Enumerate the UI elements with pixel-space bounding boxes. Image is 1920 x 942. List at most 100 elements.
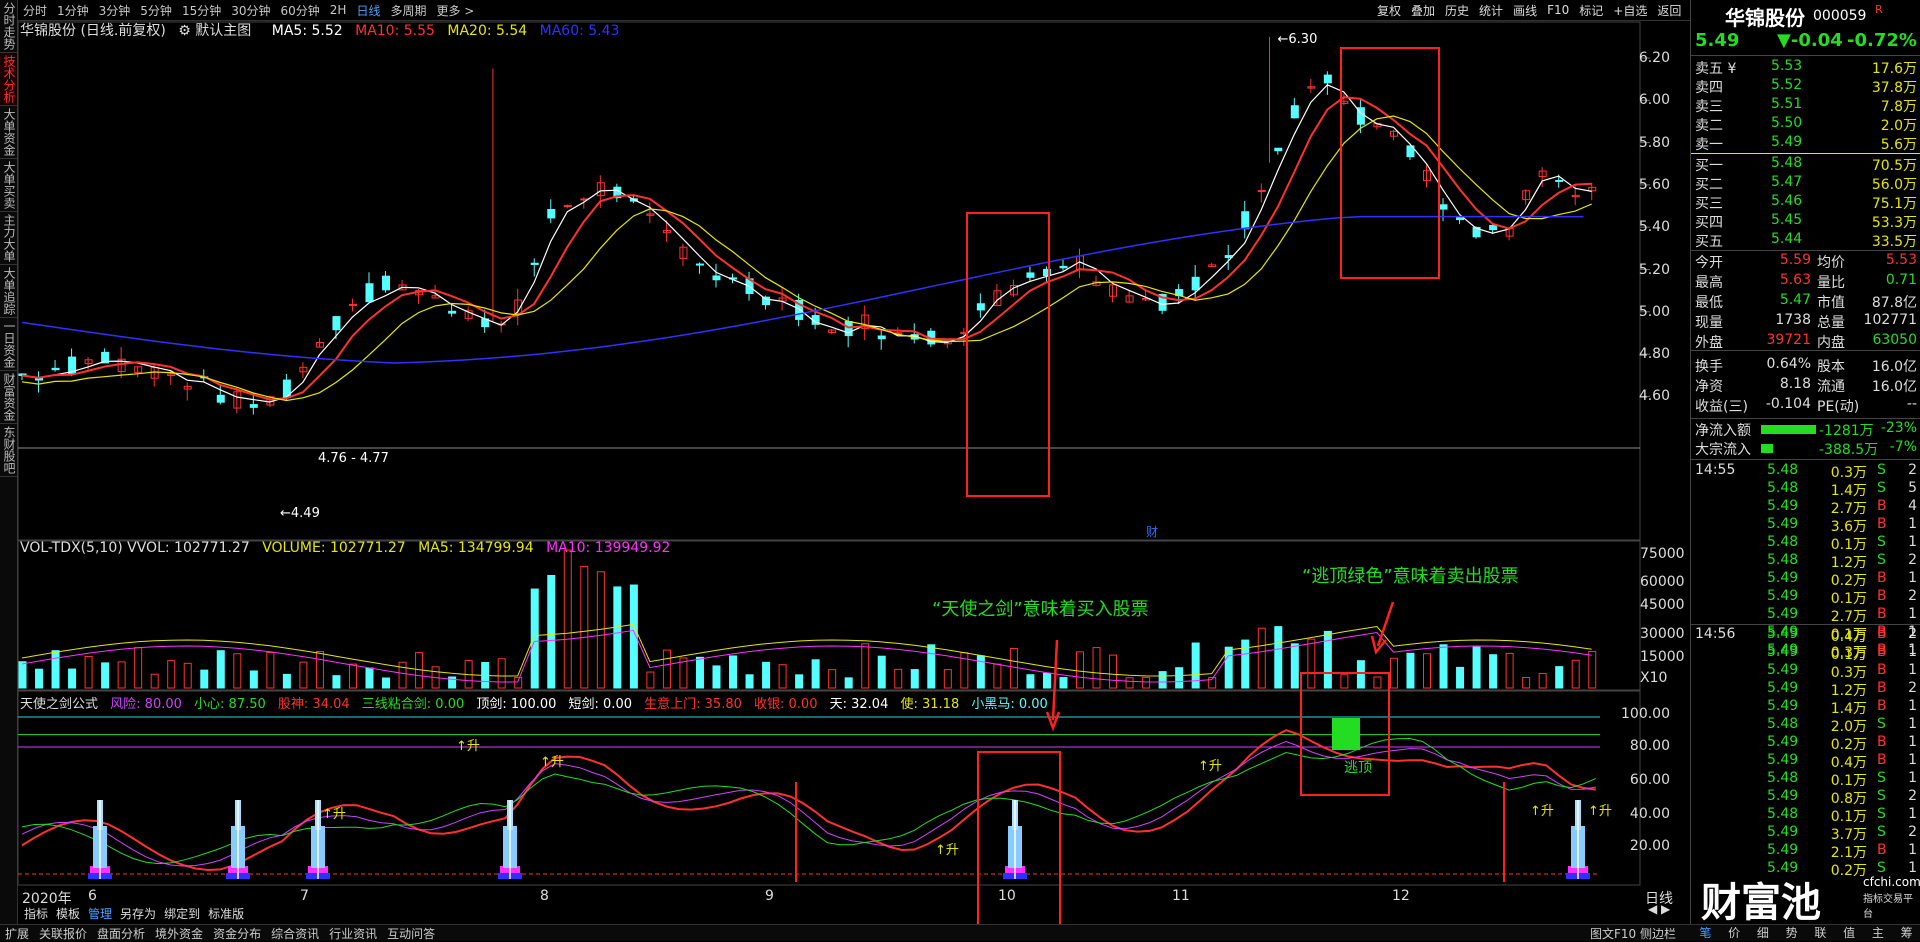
subtab-1[interactable]: 模板 xyxy=(52,905,84,922)
stat-label: PE(动) xyxy=(1817,399,1860,415)
stat-value: 63050 xyxy=(1872,332,1917,348)
tick-side: B xyxy=(1877,644,1887,660)
tick-count: 1 xyxy=(1908,534,1917,550)
tick-volume: 0.1万 xyxy=(1830,773,1867,789)
tick-row: 5.49 3.6万 B 1 xyxy=(1691,516,1920,535)
tick-side: B xyxy=(1877,626,1887,642)
candle-body xyxy=(51,367,60,371)
bottom-tab-5[interactable]: 综合资讯 xyxy=(266,925,324,942)
volume-bar xyxy=(299,661,308,689)
subtab-0[interactable]: 指标 xyxy=(20,905,52,922)
flow-value: -388.5万 xyxy=(1819,442,1879,458)
period-arrows[interactable]: ◀ ▶ xyxy=(1648,902,1670,916)
sell-annotation: “逃顶绿色”意味着卖出股票 xyxy=(1302,566,1519,587)
bottom-tab-2[interactable]: 盘面分析 xyxy=(92,925,150,942)
quote-panel: 华锦股份 000059 R 5.49 ▼-0.04 -0.72% 卖五 ¥ 5.5… xyxy=(1690,0,1920,940)
sidebar-toggle[interactable]: 图文F10 侧边栏 xyxy=(1590,925,1676,942)
volume-bar xyxy=(1423,653,1432,689)
tick-price: 5.48 xyxy=(1767,716,1799,732)
kline-chart[interactable]: ←6.30←4.494.76 - 4.77↑升↑升↑升 ↑升↑升 ↑升↑升逃顶财 xyxy=(0,0,1690,924)
tick-tab-4[interactable]: 联 xyxy=(1806,924,1835,940)
stat-row: 净资 8.18 流通 16.0亿 xyxy=(1691,376,1920,395)
bid-label: 买二 xyxy=(1695,177,1723,193)
ask-price: 5.53 xyxy=(1771,58,1803,74)
volume-bar xyxy=(993,663,1002,689)
stock-code: 000059 xyxy=(1813,8,1867,24)
bottom-tab-0[interactable]: 扩展 xyxy=(0,925,34,942)
stat-label: 流通 xyxy=(1817,379,1845,395)
tick-tab-7[interactable]: 筹 xyxy=(1892,924,1920,940)
bid-volume: 70.5万 xyxy=(1871,158,1917,174)
tick-tab-1[interactable]: 价 xyxy=(1720,924,1749,940)
tick-tab-5[interactable]: 值 xyxy=(1835,924,1864,940)
tick-row: 5.49 3.7万 S 2 xyxy=(1691,824,1920,843)
volume-bar xyxy=(1059,677,1068,689)
volume-bar xyxy=(150,673,159,689)
bid-row: 买一 5.48 70.5万 xyxy=(1691,155,1920,174)
tick-count: 2 xyxy=(1908,626,1917,642)
stock-name: 华锦股份 xyxy=(1725,6,1805,30)
tick-tab-6[interactable]: 主 xyxy=(1864,924,1893,940)
volume-bar xyxy=(1274,626,1283,689)
bid-volume: 56.0万 xyxy=(1871,177,1917,193)
stat-label: 股本 xyxy=(1817,359,1845,375)
tick-side: S xyxy=(1877,716,1886,732)
volume-bar xyxy=(183,662,192,689)
volume-bar xyxy=(1406,652,1415,689)
volume-bar xyxy=(134,647,143,689)
tick-side: S xyxy=(1877,860,1886,876)
tick-side: B xyxy=(1877,842,1887,858)
volume-bar xyxy=(1142,676,1151,689)
stat-label: 内盘 xyxy=(1817,335,1845,351)
candle-body xyxy=(762,296,771,306)
tick-tab-0[interactable]: 笔 xyxy=(1691,924,1720,940)
tick-row: 5.49 0.2万 B 1 xyxy=(1691,734,1920,753)
bottom-tab-3[interactable]: 境外资金 xyxy=(150,925,208,942)
flow-label: 大宗流入 xyxy=(1695,442,1751,458)
tick-count: 1 xyxy=(1908,806,1917,822)
bottom-tab-4[interactable]: 资金分布 xyxy=(208,925,266,942)
candle-body xyxy=(1241,211,1250,230)
candle-body xyxy=(695,263,704,266)
volume-bar xyxy=(762,661,771,689)
tick-count: 1 xyxy=(1908,516,1917,532)
tick-side: B xyxy=(1877,734,1887,750)
stat-label: 最高 xyxy=(1695,275,1723,291)
candle-body xyxy=(382,275,391,291)
subtab-5[interactable]: 标准版 xyxy=(204,905,248,922)
stat-value: 0.64% xyxy=(1766,356,1811,372)
bottom-tab-1[interactable]: 关联报价 xyxy=(34,925,92,942)
volume-bar xyxy=(1307,638,1316,689)
bottom-tab-7[interactable]: 互动问答 xyxy=(382,925,440,942)
candle-body xyxy=(1274,147,1283,152)
subtab-2[interactable]: 管理 xyxy=(84,905,116,922)
tick-count: 2 xyxy=(1908,680,1917,696)
tick-side: S xyxy=(1877,552,1886,568)
tick-count: 2 xyxy=(1908,462,1917,478)
volume-bar xyxy=(927,644,936,689)
tick-tab-2[interactable]: 细 xyxy=(1749,924,1778,940)
tick-tab-3[interactable]: 势 xyxy=(1777,924,1806,940)
tick-volume: 0.3万 xyxy=(1830,465,1867,481)
ask-row: 卖三 5.51 7.8万 xyxy=(1691,96,1920,115)
tick-volume: 1.4万 xyxy=(1830,483,1867,499)
tick-count: 1 xyxy=(1908,860,1917,876)
tick-row: 5.48 0.1万 S 1 xyxy=(1691,806,1920,825)
bid-row: 买三 5.46 75.1万 xyxy=(1691,193,1920,212)
volume-bar xyxy=(216,650,225,689)
ask-volume: 2.0万 xyxy=(1880,118,1917,134)
escape-label: 逃顶 xyxy=(1344,760,1372,776)
tick-tabs: 笔价细势联值主筹 xyxy=(1691,924,1920,940)
subtab-3[interactable]: 另存为 xyxy=(116,905,160,922)
angel-sword-signal xyxy=(226,800,250,879)
stat-row: 今开 5.59 均价 5.53 xyxy=(1691,252,1920,271)
ask-label: 卖一 xyxy=(1695,137,1723,153)
tick-row: 5.48 0.3万 S 2 xyxy=(1691,462,1920,481)
subtab-4[interactable]: 绑定到 xyxy=(160,905,204,922)
tick-volume: 2.1万 xyxy=(1830,845,1867,861)
volume-bar xyxy=(1588,650,1597,689)
bottom-tab-6[interactable]: 行业资讯 xyxy=(324,925,382,942)
tick-volume: 2.7万 xyxy=(1830,501,1867,517)
stat-label: 现量 xyxy=(1695,315,1723,331)
volume-bar xyxy=(1290,643,1299,689)
